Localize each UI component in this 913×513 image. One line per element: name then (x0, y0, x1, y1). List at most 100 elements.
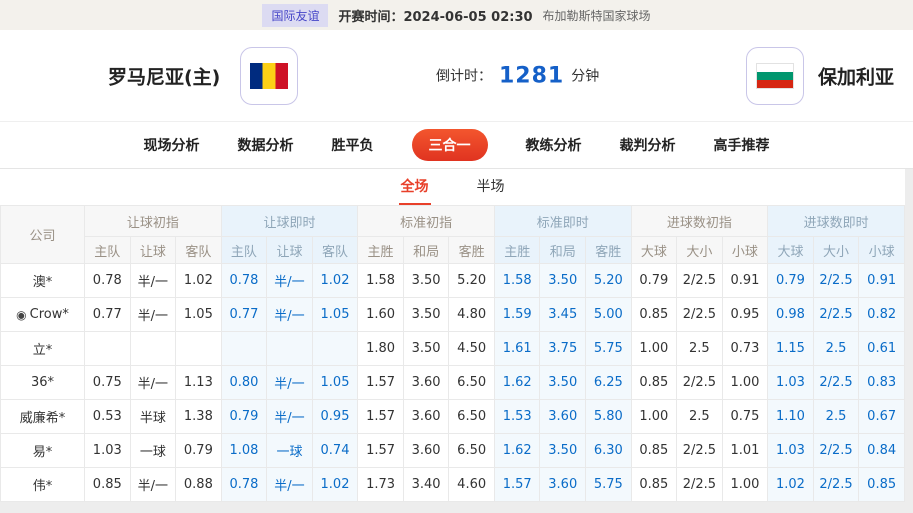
odds-cell-live[interactable]: 2/2.5 (813, 264, 859, 298)
odds-cell-live[interactable]: 5.75 (586, 332, 632, 366)
odds-cell-live[interactable]: 6.25 (586, 366, 632, 400)
odds-cell-live[interactable]: 0.67 (859, 400, 905, 434)
odds-cell-live[interactable]: 半/一 (267, 468, 313, 502)
odds-cell-initial: 0.75 (722, 400, 768, 434)
odds-cell-live[interactable]: 5.00 (586, 298, 632, 332)
odds-cell-live[interactable]: 0.84 (859, 434, 905, 468)
odds-cell-live[interactable]: 3.75 (540, 332, 586, 366)
odds-cell-live[interactable]: 3.45 (540, 298, 586, 332)
odds-cell-live[interactable]: 1.02 (312, 468, 358, 502)
odds-cell-live[interactable]: 0.77 (221, 298, 267, 332)
match-odds-page: 国际友谊 开赛时间：2024-06-05 02:30 布加勒斯特国家球场 罗马尼… (0, 0, 913, 513)
col-header-handicap-live-1: 让球 (267, 237, 313, 264)
odds-cell-live[interactable]: 1.02 (312, 264, 358, 298)
odds-cell-live[interactable]: 1.61 (494, 332, 540, 366)
odds-cell-live[interactable]: 半/一 (267, 366, 313, 400)
odds-cell-initial: 4.60 (449, 468, 495, 502)
odds-cell-live[interactable]: 半/一 (267, 264, 313, 298)
nav-tab-live-analysis[interactable]: 现场分析 (144, 135, 200, 155)
odds-cell-live[interactable]: 1.05 (312, 366, 358, 400)
odds-cell-initial: 一球 (130, 434, 176, 468)
col-header-goals-live-0: 大球 (768, 237, 814, 264)
odds-cell-live[interactable]: 2/2.5 (813, 434, 859, 468)
odds-cell-live[interactable]: 1.02 (768, 468, 814, 502)
col-header-handicap-initial-1: 让球 (130, 237, 176, 264)
company-name: 立* (33, 343, 53, 358)
odds-cell-live[interactable]: 0.80 (221, 366, 267, 400)
odds-cell-live[interactable]: 半/一 (267, 400, 313, 434)
odds-cell-live[interactable]: 0.82 (859, 298, 905, 332)
odds-cell-initial: 0.91 (722, 264, 768, 298)
odds-cell-live[interactable]: 3.50 (540, 264, 586, 298)
odds-cell-live[interactable]: 5.80 (586, 400, 632, 434)
odds-cell-live[interactable]: 0.85 (859, 468, 905, 502)
odds-cell-live[interactable]: 2.5 (813, 332, 859, 366)
odds-cell-live[interactable]: 0.83 (859, 366, 905, 400)
odds-cell-live[interactable]: 6.30 (586, 434, 632, 468)
odds-cell-initial: 半/一 (130, 366, 176, 400)
nav-tab-three-in-one[interactable]: 三合一 (412, 129, 488, 161)
odds-cell-live[interactable]: 0.61 (859, 332, 905, 366)
odds-cell-live[interactable]: 0.98 (768, 298, 814, 332)
league-badge[interactable]: 国际友谊 (262, 4, 328, 27)
odds-cell-live[interactable]: 0.74 (312, 434, 358, 468)
odds-cell-initial: 1.73 (358, 468, 404, 502)
odds-cell-live[interactable]: 2/2.5 (813, 468, 859, 502)
odds-cell-live[interactable]: 0.79 (221, 400, 267, 434)
odds-cell-live[interactable]: 2/2.5 (813, 298, 859, 332)
odds-cell-live[interactable]: 1.08 (221, 434, 267, 468)
odds-cell-live[interactable]: 1.53 (494, 400, 540, 434)
odds-cell-live[interactable]: 0.79 (768, 264, 814, 298)
company-name: 伟* (33, 479, 53, 494)
odds-cell-live[interactable]: 1.05 (312, 298, 358, 332)
odds-cell-live[interactable]: 1.57 (494, 468, 540, 502)
odds-cell-initial: 1.03 (85, 434, 131, 468)
table-row: 立*1.803.504.501.613.755.751.002.50.731.1… (1, 332, 905, 366)
sub-tab-full-match[interactable]: 全场 (399, 168, 431, 205)
odds-cell-live[interactable]: 1.58 (494, 264, 540, 298)
odds-cell-initial: 1.00 (631, 332, 677, 366)
nav-tab-expert-picks[interactable]: 高手推荐 (714, 135, 770, 155)
odds-cell-live[interactable]: 1.62 (494, 434, 540, 468)
odds-cell-initial: 2.5 (677, 400, 723, 434)
odds-cell-initial: 2/2.5 (677, 264, 723, 298)
countdown-label: 倒计时： (436, 66, 492, 86)
nav-tab-win-draw-loss[interactable]: 胜平负 (332, 135, 374, 155)
odds-cell-live[interactable]: 3.50 (540, 366, 586, 400)
odds-cell-live[interactable]: 2.5 (813, 400, 859, 434)
odds-cell-live[interactable]: 3.60 (540, 400, 586, 434)
col-header-handicap-initial-2: 客队 (176, 237, 222, 264)
odds-cell-live[interactable]: 1.59 (494, 298, 540, 332)
odds-cell-initial: 1.57 (358, 366, 404, 400)
odds-cell-live[interactable]: 一球 (267, 434, 313, 468)
match-info-bar: 国际友谊 开赛时间：2024-06-05 02:30 布加勒斯特国家球场 (0, 0, 913, 30)
odds-cell-live[interactable]: 3.50 (540, 434, 586, 468)
odds-cell-initial: 3.60 (403, 434, 449, 468)
odds-cell-live[interactable]: 0.78 (221, 264, 267, 298)
nav-tab-data-analysis[interactable]: 数据分析 (238, 135, 294, 155)
odds-cell-live[interactable]: 2/2.5 (813, 366, 859, 400)
col-header-standard-live-0: 主胜 (494, 237, 540, 264)
odds-cell-initial: 1.02 (176, 264, 222, 298)
odds-cell-live[interactable]: 5.75 (586, 468, 632, 502)
odds-cell-live[interactable]: 1.03 (768, 366, 814, 400)
odds-cell-live[interactable]: 1.62 (494, 366, 540, 400)
odds-cell-live[interactable]: 0.95 (312, 400, 358, 434)
odds-cell-live[interactable]: 1.15 (768, 332, 814, 366)
nav-tab-referee-analysis[interactable]: 裁判分析 (620, 135, 676, 155)
odds-cell-live[interactable]: 1.03 (768, 434, 814, 468)
odds-cell-initial: 0.85 (85, 468, 131, 502)
odds-cell-live[interactable]: 1.10 (768, 400, 814, 434)
odds-cell-live[interactable]: 3.60 (540, 468, 586, 502)
away-team-flag (746, 47, 804, 105)
sub-tab-half-match[interactable]: 半场 (475, 168, 507, 205)
odds-cell-initial: 0.85 (631, 298, 677, 332)
odds-cell-initial: 0.75 (85, 366, 131, 400)
odds-cell-live[interactable]: 0.78 (221, 468, 267, 502)
odds-cell-live[interactable]: 0.91 (859, 264, 905, 298)
countdown-unit: 分钟 (571, 66, 599, 86)
odds-cell-live[interactable]: 半/一 (267, 298, 313, 332)
nav-tab-coach-analysis[interactable]: 教练分析 (526, 135, 582, 155)
odds-cell-live[interactable]: 5.20 (586, 264, 632, 298)
odds-cell-initial: 4.50 (449, 332, 495, 366)
